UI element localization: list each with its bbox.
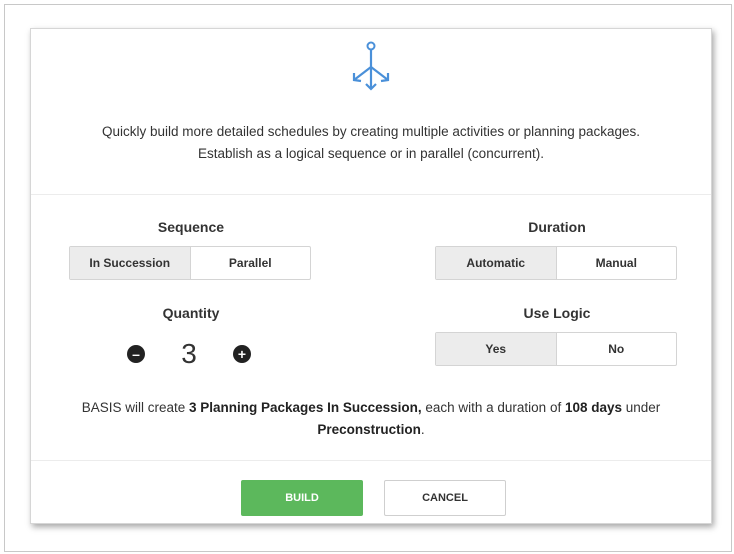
build-summary: BASIS will create 3 Planning Packages In… <box>31 397 711 441</box>
quantity-label: Quantity <box>162 305 220 321</box>
duration-label: Duration <box>528 219 586 235</box>
quantity-stepper: – 3 + <box>127 337 251 371</box>
summary-text: under <box>622 400 661 415</box>
summary-duration: 108 days <box>564 400 622 415</box>
summary-text: BASIS will create <box>81 400 190 415</box>
description-line-1: Quickly build more detailed schedules by… <box>101 124 641 139</box>
dialog-header: Quickly build more detailed schedules by… <box>31 29 711 194</box>
sequence-option-parallel[interactable]: Parallel <box>189 247 311 279</box>
dialog-description: Quickly build more detailed schedules by… <box>31 121 711 165</box>
summary-quantity: 3 Planning Packages In Succession, <box>189 400 422 415</box>
divider <box>31 194 711 195</box>
sequence-option-in-succession[interactable]: In Succession <box>70 247 190 279</box>
sequence-toggle: In Succession Parallel <box>69 246 311 280</box>
use-logic-option-no[interactable]: No <box>555 333 677 365</box>
summary-text: each with a duration of <box>421 400 565 415</box>
cancel-button[interactable]: CANCEL <box>384 480 506 516</box>
duration-option-automatic[interactable]: Automatic <box>436 247 556 279</box>
sequence-split-icon <box>352 41 390 91</box>
duration-toggle: Automatic Manual <box>435 246 677 280</box>
use-logic-label: Use Logic <box>523 305 591 321</box>
build-dialog: Quickly build more detailed schedules by… <box>30 28 712 524</box>
use-logic-toggle: Yes No <box>435 332 677 366</box>
sequence-label: Sequence <box>157 219 225 235</box>
description-line-2: Establish as a logical sequence or in pa… <box>198 146 544 161</box>
divider <box>31 460 711 461</box>
use-logic-option-yes[interactable]: Yes <box>436 333 556 365</box>
quantity-value: 3 <box>181 338 197 369</box>
build-button[interactable]: BUILD <box>241 480 363 516</box>
plus-circle-icon[interactable]: + <box>232 345 251 363</box>
summary-text: . <box>420 422 425 437</box>
duration-option-manual[interactable]: Manual <box>555 247 677 279</box>
summary-parent: Preconstruction <box>317 422 421 437</box>
minus-circle-icon[interactable]: – <box>127 345 145 363</box>
